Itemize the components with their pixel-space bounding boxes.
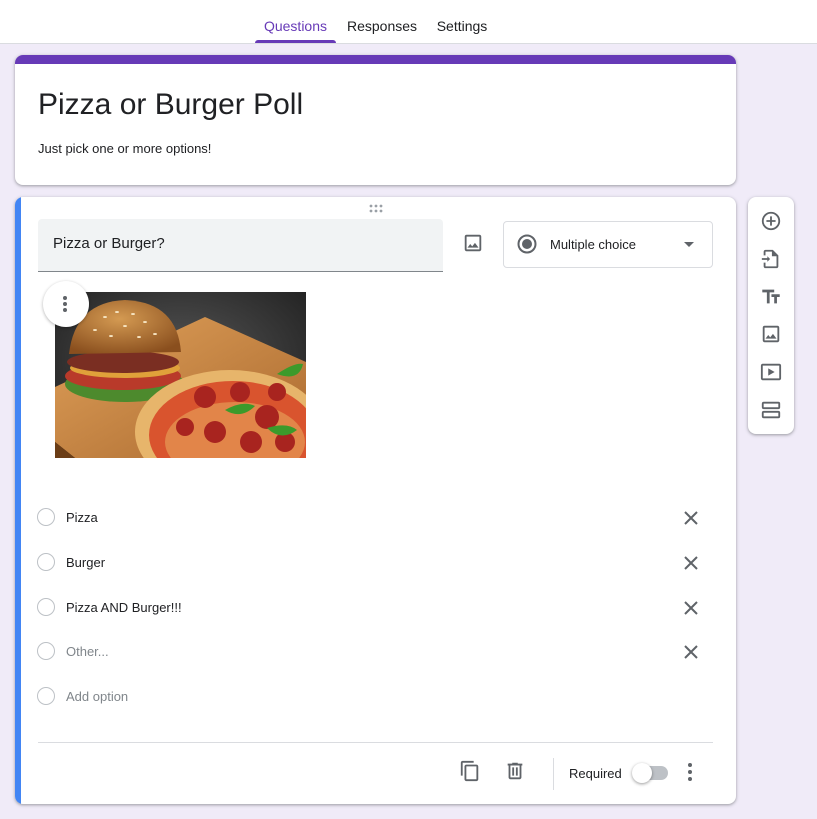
option-label[interactable]: Burger bbox=[66, 555, 105, 570]
more-vert-icon bbox=[63, 296, 67, 312]
required-toggle[interactable] bbox=[632, 763, 668, 783]
option-row: Pizza bbox=[37, 506, 717, 530]
floating-toolbar bbox=[748, 197, 794, 434]
form-title-input[interactable] bbox=[38, 88, 638, 122]
header-accent-stripe bbox=[15, 55, 736, 64]
option-row: Burger bbox=[37, 551, 717, 575]
add-section-icon[interactable] bbox=[760, 399, 782, 421]
add-image-icon[interactable] bbox=[760, 323, 782, 345]
form-header-card bbox=[15, 55, 736, 185]
question-title-input[interactable] bbox=[53, 235, 433, 252]
footer-divider bbox=[38, 742, 713, 743]
option-radio bbox=[37, 508, 55, 526]
tab-questions[interactable]: Questions bbox=[255, 0, 336, 43]
option-label[interactable]: Pizza bbox=[66, 510, 98, 525]
delete-icon[interactable] bbox=[504, 760, 526, 782]
option-radio bbox=[37, 598, 55, 616]
image-icon bbox=[464, 234, 482, 252]
pizza-burger-photo bbox=[55, 292, 306, 458]
more-options-icon[interactable] bbox=[686, 762, 694, 782]
question-type-dropdown[interactable]: Multiple choice bbox=[503, 221, 713, 268]
drag-handle-icon[interactable] bbox=[368, 204, 384, 214]
option-row: Pizza AND Burger!!! bbox=[37, 596, 717, 620]
question-title-field[interactable] bbox=[38, 219, 443, 272]
radio-button-icon bbox=[517, 234, 537, 254]
question-type-label: Multiple choice bbox=[550, 237, 636, 252]
question-image[interactable] bbox=[55, 292, 306, 458]
option-radio bbox=[37, 553, 55, 571]
image-options-button[interactable] bbox=[43, 281, 89, 327]
question-card[interactable]: Multiple choice bbox=[15, 197, 736, 804]
required-label: Required bbox=[569, 766, 622, 781]
add-question-icon[interactable] bbox=[760, 210, 782, 232]
add-title-icon[interactable] bbox=[760, 286, 782, 308]
form-description-input[interactable] bbox=[38, 141, 638, 156]
add-option-row: Add option bbox=[37, 685, 717, 709]
tab-settings[interactable]: Settings bbox=[432, 0, 492, 43]
option-radio bbox=[37, 642, 55, 660]
chevron-down-icon bbox=[684, 242, 694, 247]
import-questions-icon[interactable] bbox=[760, 248, 782, 270]
tab-responses[interactable]: Responses bbox=[343, 0, 421, 43]
option-label-other[interactable]: Other... bbox=[66, 644, 109, 659]
option-row-other: Other... bbox=[37, 640, 717, 664]
close-icon[interactable] bbox=[682, 509, 700, 527]
add-video-icon[interactable] bbox=[760, 361, 782, 383]
footer-separator bbox=[553, 758, 554, 790]
add-option-button[interactable]: Add option bbox=[66, 689, 128, 704]
duplicate-icon[interactable] bbox=[459, 760, 481, 782]
add-image-button[interactable] bbox=[462, 232, 484, 254]
top-tab-bar: Questions Responses Settings bbox=[0, 0, 817, 44]
toggle-knob bbox=[632, 763, 652, 783]
close-icon[interactable] bbox=[682, 554, 700, 572]
option-label[interactable]: Pizza AND Burger!!! bbox=[66, 600, 182, 615]
active-question-indicator bbox=[15, 197, 21, 804]
option-radio bbox=[37, 687, 55, 705]
close-icon[interactable] bbox=[682, 643, 700, 661]
close-icon[interactable] bbox=[682, 599, 700, 617]
